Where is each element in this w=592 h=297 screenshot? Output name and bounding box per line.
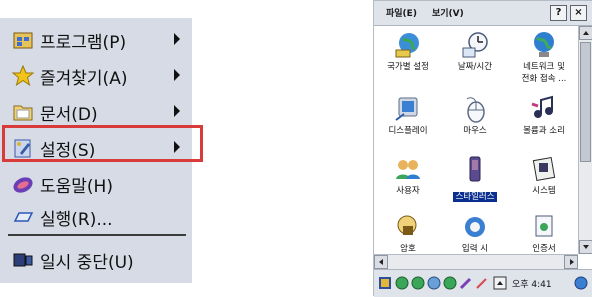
scroll-right-arrow-icon xyxy=(570,259,574,265)
horizontal-scrollbar[interactable] xyxy=(374,254,578,269)
menu-item-suspend[interactable]: 일시 중단(U) xyxy=(12,246,190,274)
users-icon xyxy=(396,160,420,179)
cp-item-system[interactable]: 시스템 xyxy=(513,154,575,196)
menu-item-run[interactable]: 실행(R)... xyxy=(12,203,190,231)
date-time-icon xyxy=(462,32,488,58)
menu-item-help[interactable]: 도움말(H) xyxy=(12,170,190,198)
cp-item-certificates[interactable]: 인증서 xyxy=(513,212,575,254)
help-icon xyxy=(13,177,33,193)
cp-item-label: 마우스 xyxy=(463,126,487,136)
clock: 오후 4:41 xyxy=(512,280,552,290)
cp-item-input[interactable]: 입력 시 xyxy=(444,212,506,254)
scroll-right-button[interactable] xyxy=(564,255,578,269)
menu-item-label: 프로그램(P) xyxy=(40,32,127,53)
desktop-icon[interactable] xyxy=(574,276,588,290)
cp-item-users[interactable]: 사용자 xyxy=(377,154,439,196)
cp-item-label: 입력 시 xyxy=(461,244,489,254)
taskbar-stylus-icon[interactable] xyxy=(475,276,489,290)
submenu-arrow-icon xyxy=(174,33,180,45)
settings-highlight-box xyxy=(2,125,203,162)
cp-item-stylus[interactable]: 스타일러스 xyxy=(444,154,506,203)
cp-item-label: 네트워크 및 xyxy=(523,62,565,72)
menu-item-programs[interactable]: 프로그램(P) xyxy=(12,26,190,54)
cp-item-display[interactable]: 디스플레이 xyxy=(377,94,439,136)
cp-item-mouse[interactable]: 마우스 xyxy=(444,94,506,136)
cp-item-label: 볼륨과 소리 xyxy=(523,126,565,136)
file-menu[interactable]: 파일(E) xyxy=(386,6,417,19)
suspend-icon xyxy=(13,253,33,267)
cp-item-label: 시스템 xyxy=(532,186,556,196)
vertical-scrollbar[interactable] xyxy=(578,26,592,254)
network-icon xyxy=(534,32,554,57)
scroll-down-arrow-icon xyxy=(583,245,589,249)
scroll-left-arrow-icon xyxy=(379,259,383,265)
volume-sound-icon xyxy=(531,95,553,118)
start-icon[interactable] xyxy=(378,276,392,290)
menu-item-favorites[interactable]: 즐겨찾기(A) xyxy=(12,62,190,90)
cp-item-label: 국가별 설정 xyxy=(387,62,429,72)
regional-settings-icon xyxy=(395,33,419,58)
input-panel-icon[interactable] xyxy=(493,276,507,290)
certificates-icon xyxy=(535,215,553,237)
input-icon xyxy=(465,217,485,237)
cp-item-password[interactable]: 암호 xyxy=(377,212,439,254)
cp-item-label-selected: 스타일러스 xyxy=(453,192,497,202)
taskbar-app-icon[interactable] xyxy=(427,276,441,290)
documents-folder-icon xyxy=(13,105,33,121)
menu-divider xyxy=(8,234,186,236)
run-icon xyxy=(13,212,34,222)
cp-item-label: 사용자 xyxy=(396,186,420,196)
taskbar-app-icon[interactable] xyxy=(411,276,425,290)
taskbar-app-icon[interactable] xyxy=(443,276,457,290)
menu-item-label: 문서(D) xyxy=(40,104,98,125)
taskbar-pen-icon[interactable] xyxy=(459,276,473,290)
scroll-up-button[interactable] xyxy=(579,26,592,40)
help-button[interactable]: ? xyxy=(550,5,567,21)
scroll-thumb[interactable] xyxy=(580,42,591,162)
password-icon xyxy=(397,215,417,235)
programs-icon xyxy=(13,32,33,49)
submenu-arrow-icon xyxy=(174,105,180,117)
scroll-left-button[interactable] xyxy=(374,255,388,269)
mouse-icon xyxy=(466,97,485,123)
menu-item-label: 일시 중단(U) xyxy=(40,252,134,273)
menu-bar: 파일(E) 보기(V) ? × xyxy=(374,1,592,26)
cp-item-regional-settings[interactable]: 국가별 설정 xyxy=(377,30,439,72)
view-menu[interactable]: 보기(V) xyxy=(432,6,464,19)
close-button[interactable]: × xyxy=(570,5,587,21)
control-panel-window: 파일(E) 보기(V) ? × 국가별 설정 날짜/시간 네트워크 및 전화 접… xyxy=(373,0,592,297)
menu-item-label: 즐겨찾기(A) xyxy=(40,68,128,89)
cp-item-label-line2: 전화 접속 ... xyxy=(521,74,567,84)
stylus-icon xyxy=(469,156,481,182)
cp-item-network[interactable]: 네트워크 및 전화 접속 ... xyxy=(513,30,575,84)
scroll-down-button[interactable] xyxy=(579,240,592,254)
favorites-star-icon xyxy=(12,65,34,87)
control-panel-items: 국가별 설정 날짜/시간 네트워크 및 전화 접속 ... 디스플레이 마우스 … xyxy=(374,26,578,254)
cp-item-volume-sound[interactable]: 볼륨과 소리 xyxy=(513,94,575,136)
cp-item-label: 날짜/시간 xyxy=(457,62,493,72)
submenu-arrow-icon xyxy=(174,69,180,81)
system-icon xyxy=(532,157,556,181)
scroll-up-arrow-icon xyxy=(583,31,589,35)
menu-item-label: 도움말(H) xyxy=(40,176,113,197)
taskbar: 오후 4:41 xyxy=(374,269,592,297)
cp-item-label: 암호 xyxy=(400,244,416,254)
menu-item-label: 실행(R)... xyxy=(40,209,113,230)
cp-item-label: 인증서 xyxy=(532,244,556,254)
cp-item-date-time[interactable]: 날짜/시간 xyxy=(444,30,506,72)
taskbar-app-icon[interactable] xyxy=(395,276,409,290)
display-icon xyxy=(395,97,418,121)
cp-item-label: 디스플레이 xyxy=(388,126,428,136)
menu-item-documents[interactable]: 문서(D) xyxy=(12,98,190,126)
